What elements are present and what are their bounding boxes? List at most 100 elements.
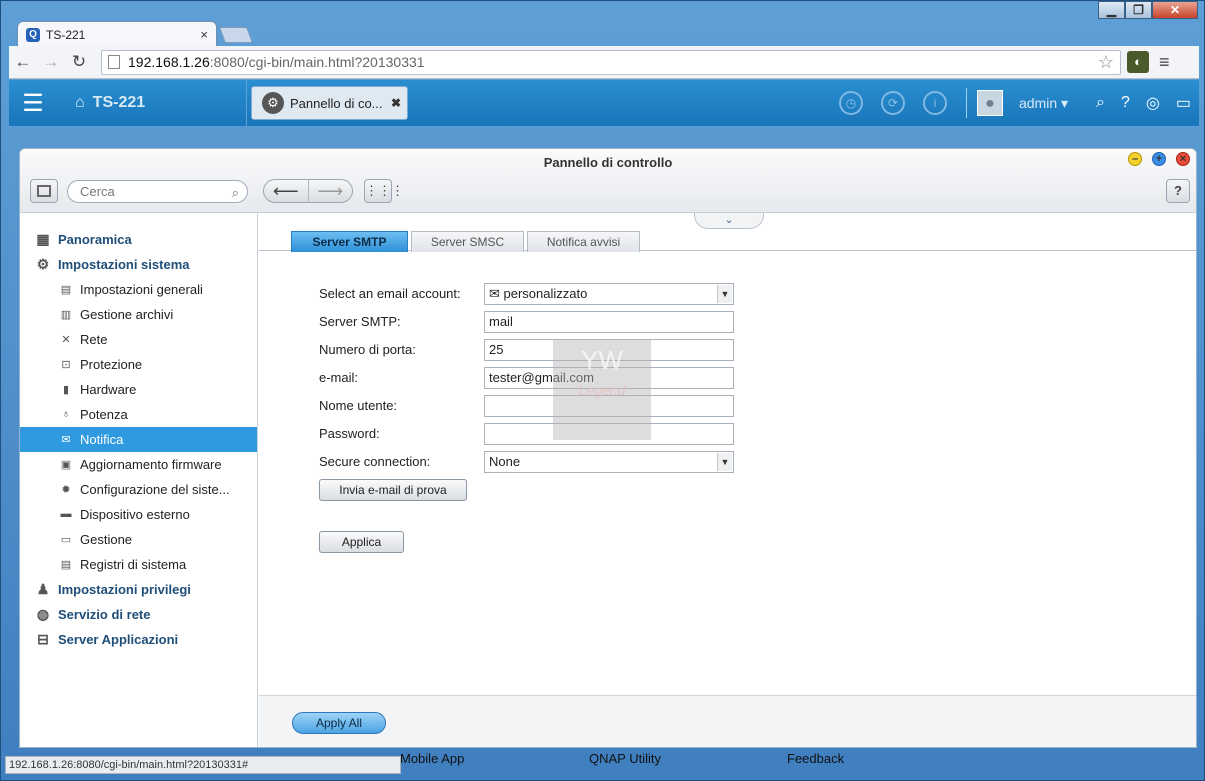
lock-icon: ⊡ [61, 358, 71, 371]
user-menu[interactable]: admin ▾ [1019, 95, 1068, 112]
sidebar-item-dispositivo-esterno[interactable]: ▬ Dispositivo esterno [20, 502, 257, 527]
help-icon[interactable]: ? [1121, 94, 1130, 112]
back-arrow-icon[interactable]: ← [9, 52, 37, 72]
sidebar-item-configurazione-sistema[interactable]: ✹ Configurazione del siste... [20, 477, 257, 502]
collapse-toggle-chevron-down-icon[interactable]: ⌄ [694, 213, 764, 229]
control-panel-app-tab[interactable]: ⚙ Pannello di co... ✖ [251, 86, 408, 120]
external-devices-icon[interactable]: ⟳ [880, 91, 905, 115]
sidebar-group-impostazioni-privilegi[interactable]: ♟ Impostazioni privilegi [20, 577, 257, 602]
sidebar-item-label: Potenza [80, 407, 128, 422]
send-test-email-button[interactable]: Invia e-mail di prova [319, 479, 467, 501]
desktop-item-feedback[interactable]: Feedback [787, 751, 844, 766]
user-icon: ♟ [36, 581, 50, 597]
sidebar-group-panoramica[interactable]: ▦ Panoramica [20, 227, 257, 252]
tab-close-icon[interactable]: × [200, 27, 208, 42]
external-drive-icon: ▬ [60, 507, 72, 520]
desktop-item-mobile-app[interactable]: Mobile App [400, 751, 464, 766]
sidebar-item-protezione[interactable]: ⊡ Protezione [20, 352, 257, 377]
content-area: ⌄ Server SMTP Server SMSC Notifica avvis… [259, 213, 1196, 747]
apply-button[interactable]: Applica [319, 531, 404, 553]
password-label: Password: [319, 426, 380, 441]
close-icon[interactable]: × [1176, 152, 1190, 166]
app-tab-label: Pannello di co... [290, 95, 383, 111]
chrome-menu-icon[interactable]: ≡ [1159, 52, 1170, 73]
monitor-icon: ▭ [60, 533, 72, 546]
tab-server-smtp[interactable]: Server SMTP [291, 231, 408, 252]
background-tasks-icon[interactable]: ◷ [838, 91, 863, 115]
hardware-icon: ▮ [62, 383, 70, 396]
layout-icon [37, 185, 51, 197]
tab-title: TS-221 [46, 27, 86, 42]
secure-value: None [489, 454, 521, 469]
new-tab-button[interactable] [219, 27, 253, 43]
smtp-server-input[interactable]: mail [484, 311, 734, 333]
minimize-icon[interactable]: – [1128, 152, 1142, 166]
sidebar-item-potenza[interactable]: ♁ Potenza [20, 402, 257, 427]
home-button[interactable]: ⌂ TS-221 [57, 80, 247, 126]
sidebar-group-servizio-rete[interactable]: ◍ Servizio di rete [20, 602, 257, 627]
apply-all-button[interactable]: Apply All [292, 712, 386, 734]
address-bar[interactable]: 192.168.1.26 :8080/cgi-bin/main.html?201… [101, 49, 1121, 75]
reload-icon[interactable]: ↻ [65, 52, 93, 72]
browser-tab[interactable]: Q TS-221 × [17, 21, 217, 47]
storage-icon: ▥ [60, 308, 72, 321]
sidebar-group-label: Impostazioni sistema [58, 257, 190, 272]
app-grid-button[interactable]: ⋮⋮⋮ [364, 179, 404, 203]
sidebar-item-hardware[interactable]: ▮ Hardware [20, 377, 257, 402]
sidebar-group-label: Servizio di rete [58, 607, 151, 622]
search-placeholder: Cerca [80, 184, 115, 199]
sidebar-item-gestione-archivi[interactable]: ▥ Gestione archivi [20, 302, 257, 327]
desktop-monitor-icon[interactable]: ▭ [1176, 93, 1191, 113]
sidebar-group-server-applicazioni[interactable]: ⊟ Server Applicazioni [20, 627, 257, 652]
account-label: Select an email account: [319, 286, 461, 301]
app-tab-close-icon[interactable]: ✖ [391, 96, 401, 110]
server-icon: ⊟ [37, 631, 49, 647]
watermark-image: YW Legend [553, 340, 651, 440]
window-buttons: – + × [1118, 152, 1190, 166]
envelope-icon: ✉ [489, 286, 504, 301]
close-window-button[interactable]: ✕ [1152, 1, 1198, 19]
tab-notifica-avvisi[interactable]: Notifica avvisi [527, 231, 640, 252]
sidebar-group-label: Server Applicazioni [58, 632, 179, 647]
desktop-item-qnap-utility[interactable]: QNAP Utility [589, 751, 661, 766]
account-value: personalizzato [503, 286, 588, 301]
sidebar-item-rete[interactable]: ✕ Rete [20, 327, 257, 352]
tab-strip: Q TS-221 × [9, 19, 1199, 47]
forward-arrow-icon[interactable]: → [37, 52, 65, 72]
notifications-icon[interactable]: i [922, 91, 947, 115]
toggle-sidebar-button[interactable] [30, 179, 58, 203]
port-row: Numero di porta: 25 [319, 339, 739, 361]
globe-icon: ◍ [36, 606, 50, 622]
extension-icon[interactable]: ◐ [1127, 51, 1149, 73]
url-host: 192.168.1.26 [128, 54, 210, 70]
help-button[interactable]: ? [1166, 179, 1190, 203]
maximize-window-button[interactable]: ❐ [1125, 1, 1152, 19]
sidebar-item-label: Notifica [80, 432, 124, 447]
sidebar-item-aggiornamento-firmware[interactable]: ▣ Aggiornamento firmware [20, 452, 257, 477]
secure-connection-select[interactable]: None ▼ [484, 451, 734, 473]
forward-button[interactable]: ⟶ [307, 180, 353, 202]
language-globe-icon[interactable]: ◎ [1146, 93, 1160, 113]
sidebar-group-impostazioni-sistema[interactable]: ⚙ Impostazioni sistema [20, 252, 257, 277]
sidebar-item-impostazioni-generali[interactable]: ▤ Impostazioni generali [20, 277, 257, 302]
maximize-icon[interactable]: + [1152, 152, 1166, 166]
search-input[interactable]: Cerca ⌕ [67, 180, 248, 203]
minimize-window-button[interactable]: ▁ [1098, 1, 1125, 19]
sidebar-item-registri-sistema[interactable]: ▤ Registri di sistema [20, 552, 257, 577]
smtp-row: Server SMTP: mail [319, 311, 739, 333]
sidebar-item-label: Impostazioni generali [80, 282, 203, 297]
email-account-select[interactable]: ✉ personalizzato ▼ [484, 283, 734, 305]
bookmark-star-icon[interactable]: ☆ [1098, 52, 1114, 73]
sidebar-item-gestione[interactable]: ▭ Gestione [20, 527, 257, 552]
back-button[interactable]: ⟵ [264, 180, 308, 202]
search-icon[interactable]: ⌕ [1096, 94, 1105, 112]
qnap-favicon-icon: Q [26, 27, 40, 42]
sidebar-item-notifica[interactable]: ✉ Notifica [20, 427, 257, 452]
main-menu-icon[interactable]: ☰ [9, 80, 57, 126]
account-row: Select an email account: ✉ personalizzat… [319, 283, 739, 305]
window-title: Pannello di controllo [543, 155, 673, 170]
tab-server-smsc[interactable]: Server SMSC [411, 231, 524, 252]
user-avatar-icon[interactable]: ● [976, 90, 1003, 116]
log-document-icon: ▤ [60, 558, 72, 571]
dropdown-arrow-icon: ▼ [717, 453, 732, 471]
